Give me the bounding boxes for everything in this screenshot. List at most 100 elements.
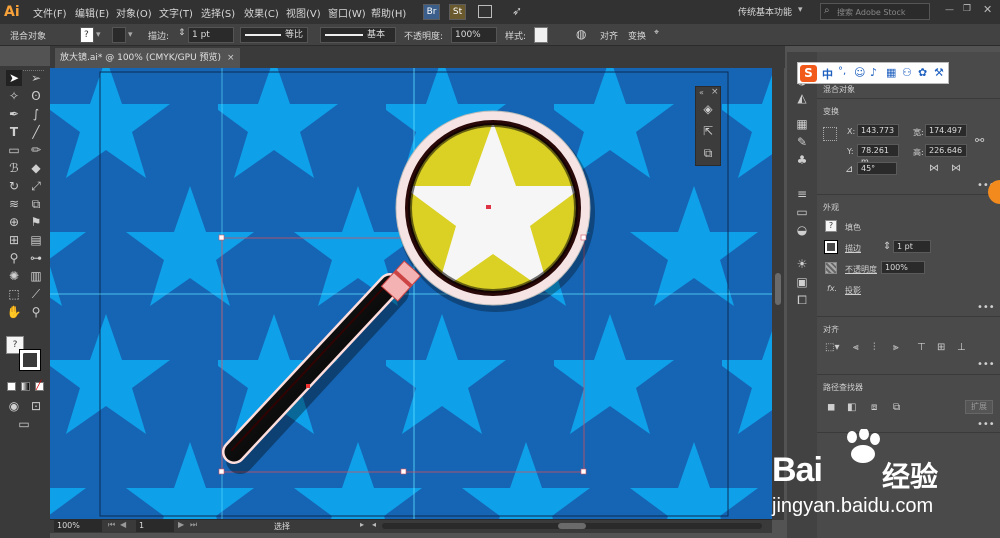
pencil-tool-icon[interactable]: ✏ [28,142,44,158]
rectangle-tool-icon[interactable]: ▭ [6,142,22,158]
arrange-documents-icon[interactable] [478,5,492,18]
stroke-label[interactable]: 描边 [845,243,861,254]
graphic-styles-icon[interactable]: ▣ [794,274,810,290]
x-input[interactable]: 143.773 [857,124,899,137]
gpu-rocket-icon[interactable]: ➶ [512,4,522,18]
appearance-stroke-swatch[interactable] [824,240,838,254]
menu-edit[interactable]: 编辑(E) [75,5,109,20]
image-trace-icon[interactable]: ⧠ [794,292,810,308]
direct-selection-tool-icon[interactable]: ➢ [28,70,44,86]
brushes-icon[interactable]: ✎ [794,134,810,150]
align-vcenter-icon[interactable]: ⊞ [937,342,945,353]
export-icon[interactable]: ⇱ [700,123,716,139]
hand-tool-icon[interactable]: ✋ [6,304,22,320]
y-input[interactable]: 78.261 m [857,144,899,166]
toolbox-icon[interactable]: ⚇ [902,66,912,79]
previous-artboard-icon[interactable]: ◀ [120,520,126,529]
free-transform-tool-icon[interactable]: ⧉ [28,196,44,212]
align-to-icon[interactable]: ⬚▾ [825,342,839,353]
brush-definition[interactable]: 基本 [320,27,396,43]
first-artboard-icon[interactable]: ⏮ [108,520,115,530]
stroke-color-box[interactable] [19,349,41,371]
stock-search-field[interactable]: ⌕ 搜索 Adobe Stock [820,3,930,20]
canvas-area[interactable] [50,68,772,520]
align-top-icon[interactable]: ⊤ [917,342,926,353]
rotate-angle-input[interactable]: 45° [857,162,897,175]
unite-icon[interactable]: ◼ [827,402,835,413]
pen-tool-icon[interactable]: ✒ [6,106,22,122]
menu-window[interactable]: 窗口(W) [328,5,366,20]
horizontal-scroll-thumb[interactable] [558,523,586,529]
blend-tool-icon[interactable]: ⊶ [28,250,44,266]
stroke-weight-input[interactable]: 1 pt [188,27,234,43]
bridge-button[interactable]: Br [423,4,440,20]
minimize-window-icon[interactable]: — [945,5,954,15]
opacity-label-panel[interactable]: 不透明度 [845,264,877,275]
live-paint-tool-icon[interactable]: ⚑ [28,214,44,230]
stroke-stepper-icon[interactable]: ⇕ [178,28,186,38]
swatches-icon[interactable]: ▦ [794,116,810,132]
menu-select[interactable]: 选择(S) [201,5,235,20]
graphic-style-swatch[interactable] [534,27,548,43]
zoom-tool-icon[interactable]: ⚲ [28,304,44,320]
close-window-icon[interactable]: ✕ [983,3,992,16]
appearance-panel-icon[interactable]: ☀ [794,256,810,272]
stroke-panel-icon[interactable]: ≡ [794,186,810,202]
align-button[interactable]: 对齐 [600,29,618,42]
horizontal-scrollbar[interactable] [382,523,762,529]
constrain-proportions-icon[interactable]: ⚯ [975,134,984,147]
eraser-tool-icon[interactable]: ◆ [28,160,44,176]
color-guide-icon[interactable]: ◭ [794,90,810,106]
stroke-chevron-icon[interactable]: ▾ [128,30,133,40]
align-left-icon[interactable]: ⫷ [853,342,859,353]
screen-mode-icon[interactable]: ⊡ [28,398,44,414]
drop-shadow-effect[interactable]: 投影 [845,285,861,296]
fill-swatch[interactable]: ? [80,27,94,43]
menu-object[interactable]: 对象(O) [116,5,152,20]
gradient-panel-icon[interactable]: ▭ [794,204,810,220]
flip-vertical-icon[interactable]: ⋈ [951,163,961,174]
align-right-icon[interactable]: ⫸ [893,342,899,353]
document-tab[interactable]: 放大镜.ai* @ 100% (CMYK/GPU 预览) × [55,48,240,68]
sogou-logo[interactable]: S [800,65,817,82]
column-graph-tool-icon[interactable]: ▥ [28,268,44,284]
transform-button[interactable]: 变换 [628,29,646,42]
color-mode-icon[interactable] [7,382,16,391]
gradient-tool-icon[interactable]: ▤ [28,232,44,248]
warp-tool-icon[interactable]: ≋ [6,196,22,212]
none-mode-icon[interactable]: ╱ [35,382,44,391]
menu-view[interactable]: 视图(V) [286,5,321,20]
width-input[interactable]: 174.497 [925,124,967,137]
draw-mode-icon[interactable]: ◉ [6,398,22,414]
artboard-tool-icon[interactable]: ⬚ [6,286,22,302]
align-hcenter-icon[interactable]: ⫶ [873,342,876,353]
gradient-mode-icon[interactable] [21,382,30,391]
perspective-grid-tool-icon[interactable]: ⊞ [6,232,22,248]
voice-icon[interactable]: ♪ [870,66,877,79]
intersect-icon[interactable]: ⧈ [871,402,877,413]
close-panel-icon[interactable]: × [711,87,719,97]
reference-point-icon[interactable] [823,127,837,141]
fx-icon[interactable]: fx. [827,284,837,293]
align-more-icon[interactable]: ••• [977,359,995,370]
artboard-number-input[interactable]: 1 [136,520,174,532]
vertical-scroll-thumb[interactable] [775,273,781,305]
punctuation-icon[interactable]: °, [838,66,846,77]
expand-button[interactable]: 扩展 [965,400,993,414]
selection-tool-icon[interactable]: ➤ [6,70,22,86]
workspace-chevron-icon[interactable]: ▾ [798,5,803,15]
menu-file[interactable]: 文件(F) [33,5,67,20]
last-artboard-icon[interactable]: ⏭ [190,520,197,530]
curvature-tool-icon[interactable]: ∫ [28,106,44,122]
restore-window-icon[interactable]: ❐ [963,4,971,14]
line-tool-icon[interactable]: ╱ [28,124,44,140]
scroll-left-icon[interactable]: ◂ [372,520,376,529]
transparency-panel-icon[interactable]: ◒ [794,222,810,238]
isolate-icon[interactable]: ⌖ [654,28,659,38]
zoom-level-select[interactable]: 100% [54,520,102,532]
type-tool-icon[interactable]: T [6,124,22,140]
keyboard-icon[interactable]: ▦ [886,66,896,79]
scale-tool-icon[interactable]: ⤢ [28,178,44,194]
menu-help[interactable]: 帮助(H) [371,5,406,20]
skin-icon[interactable]: ✿ [918,66,927,79]
